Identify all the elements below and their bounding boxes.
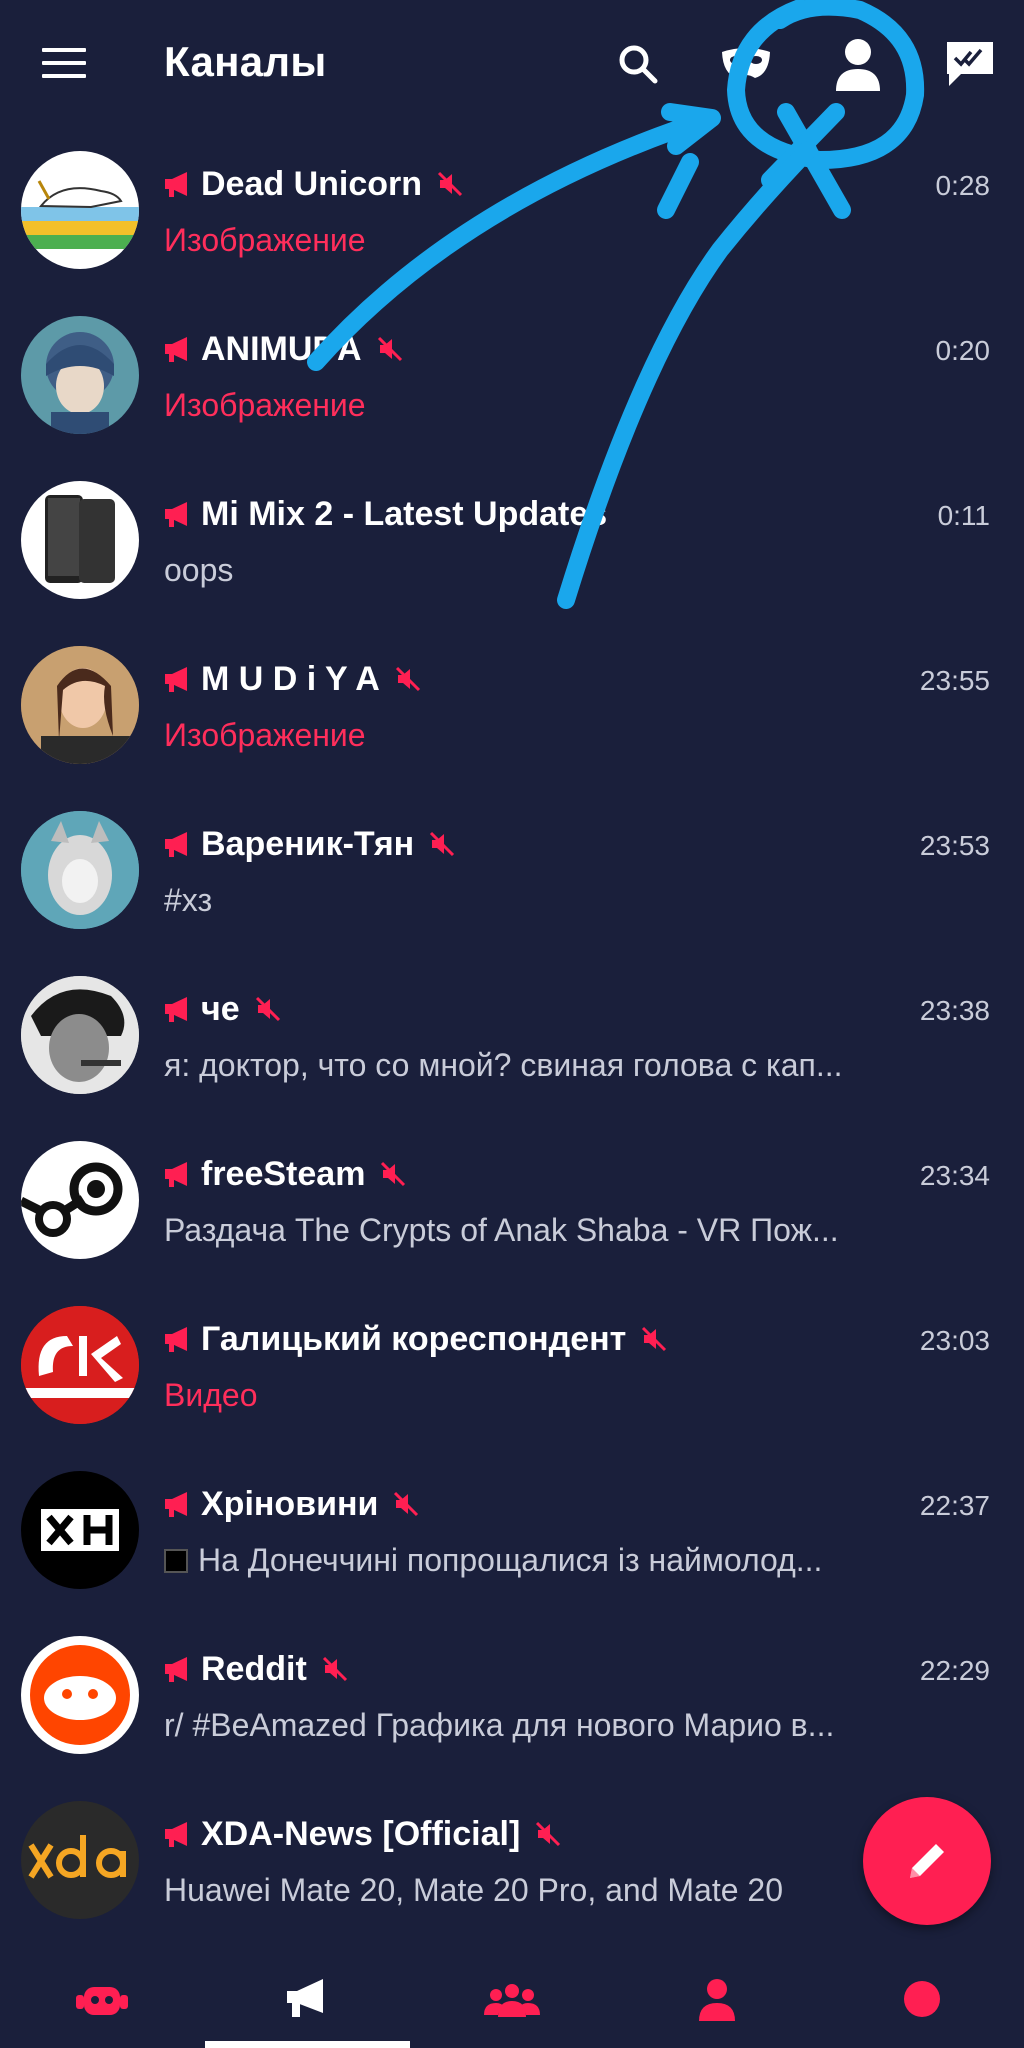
muted-icon	[394, 1491, 419, 1517]
channel-row-animuda[interactable]: ANIMUDA 0:20 Изображение	[0, 307, 1024, 472]
muted-icon	[430, 831, 455, 857]
channel-avatar	[21, 316, 139, 434]
megaphone-icon	[165, 1162, 187, 1187]
message-preview: #хз	[164, 882, 213, 918]
channel-avatar	[21, 646, 139, 764]
muted-icon	[381, 1161, 406, 1187]
megaphone-icon	[165, 1492, 187, 1517]
mask-icon[interactable]	[716, 34, 776, 94]
channel-name: Dead Unicorn	[201, 164, 423, 203]
channel-list: Dead Unicorn 0:28 Изображение ANIMUDA 0:…	[0, 142, 1024, 1957]
message-preview: Huawei Mate 20, Mate 20 Pro, and Mate 20	[164, 1872, 784, 1908]
message-preview: oops	[164, 552, 234, 588]
megaphone-icon	[165, 1657, 187, 1682]
channel-row-mudiya[interactable]: M U D i Y A 23:55 Изображение	[0, 637, 1024, 802]
pencil-icon	[910, 1844, 944, 1878]
muted-icon	[255, 996, 280, 1022]
page-title: Каналы	[164, 38, 327, 85]
groups-icon	[483, 1984, 540, 2017]
channel-avatar	[21, 1471, 139, 1589]
nav-status[interactable]	[819, 1950, 1024, 2048]
message-time: 23:38	[919, 995, 990, 1026]
megaphone-icon	[165, 832, 187, 857]
megaphone-icon	[165, 667, 187, 692]
muted-icon	[395, 666, 420, 692]
channel-name: M U D i Y A	[201, 659, 380, 698]
compose-fab[interactable]	[863, 1797, 991, 1925]
channel-row-khrinovyny[interactable]: Хріновини 22:37 На Донеччині попрощалися…	[0, 1462, 1024, 1627]
channel-avatar	[21, 976, 139, 1094]
channel-avatar	[21, 1306, 139, 1424]
message-preview-text: На Донеччині попрощалися із наймолод...	[198, 1542, 823, 1578]
channel-name: Галицький кореспондент	[201, 1319, 627, 1358]
channel-row-freesteam[interactable]: freeSteam 23:34 Раздача The Crypts of An…	[0, 1132, 1024, 1297]
channel-name: че	[201, 989, 240, 1028]
message-time: 22:29	[919, 1655, 990, 1686]
message-time: 23:55	[919, 665, 990, 696]
message-preview: Раздача The Crypts of Anak Shaba - VR По…	[164, 1212, 839, 1248]
channel-avatar	[21, 481, 139, 599]
bot-icon	[76, 1987, 129, 2015]
channel-row-dead-unicorn[interactable]: Dead Unicorn 0:28 Изображение	[0, 142, 1024, 307]
message-time: 23:03	[919, 1325, 990, 1356]
megaphone-icon	[165, 997, 187, 1022]
channel-avatar	[21, 1636, 139, 1754]
channel-name: Хріновини	[201, 1484, 379, 1523]
message-preview: На Донеччині попрощалися із наймолод...	[164, 1542, 954, 1579]
message-time: 23:34	[919, 1160, 990, 1191]
profile-icon[interactable]	[828, 34, 888, 94]
mark-read-icon[interactable]	[940, 34, 1000, 94]
channel-row-reddit[interactable]: Reddit 22:29 r/ #BeAmazed Графика для но…	[0, 1627, 1024, 1792]
channel-avatar	[21, 1141, 139, 1259]
channel-avatar	[21, 811, 139, 929]
message-preview: Изображение	[164, 222, 366, 258]
channel-avatar	[21, 1801, 139, 1919]
channel-row-halytskyi-korespondent[interactable]: Галицький кореспондент 23:03 Видео	[0, 1297, 1024, 1462]
message-time: 0:20	[935, 335, 991, 366]
channel-name: ANIMUDA	[201, 329, 362, 368]
bottom-navigation	[0, 1950, 1024, 2048]
nav-contacts[interactable]	[614, 1950, 819, 2048]
message-time: 0:28	[935, 170, 991, 201]
nav-groups[interactable]	[410, 1950, 615, 2048]
channel-name: Mi Mix 2 - Latest Updates	[201, 494, 608, 533]
megaphone-icon	[165, 502, 187, 527]
nav-channels[interactable]	[204, 1950, 410, 2048]
channel-row-che[interactable]: че 23:38 я: доктор, что со мной? свиная …	[0, 967, 1024, 1132]
muted-icon	[437, 171, 463, 197]
megaphone-icon	[165, 1327, 187, 1352]
channel-name: freeSteam	[201, 1154, 366, 1193]
dot-icon	[903, 1981, 940, 2017]
muted-icon	[377, 336, 402, 362]
message-preview: я: доктор, что со мной? свиная голова с …	[164, 1047, 843, 1083]
contacts-icon	[698, 1979, 735, 2021]
black-square-icon	[164, 1549, 188, 1573]
channel-name: Reddit	[201, 1649, 307, 1688]
channel-row-mi-mix-2[interactable]: Mi Mix 2 - Latest Updates 0:11 oops	[0, 472, 1024, 637]
channel-name: Вареник-Тян	[201, 824, 415, 863]
message-preview: Изображение	[164, 387, 366, 423]
message-time: 22:37	[919, 1490, 990, 1521]
megaphone-icon	[165, 337, 187, 362]
message-preview: Изображение	[164, 717, 366, 753]
app-root: Каналы Dead Unicorn 0:28 Изображение ANI…	[0, 0, 1024, 2048]
megaphone-icon	[165, 1822, 187, 1847]
message-time: 0:11	[937, 500, 990, 531]
message-time: 23:53	[919, 830, 990, 861]
megaphone-icon	[165, 172, 187, 197]
channels-icon	[287, 1979, 324, 2017]
menu-icon[interactable]	[42, 48, 86, 82]
nav-bots[interactable]	[0, 1950, 205, 2048]
channel-avatar	[21, 151, 139, 269]
top-app-bar: Каналы	[0, 0, 1024, 130]
channel-name: XDA-News [Official]	[201, 1814, 521, 1853]
muted-icon	[536, 1821, 561, 1847]
message-preview: r/ #BeAmazed Графика для нового Марио в.…	[164, 1707, 835, 1743]
search-icon[interactable]	[608, 34, 668, 94]
muted-icon	[322, 1656, 347, 1682]
muted-icon	[642, 1326, 667, 1352]
message-preview: Видео	[164, 1377, 258, 1413]
channel-row-varenik-tyan[interactable]: Вареник-Тян 23:53 #хз	[0, 802, 1024, 967]
